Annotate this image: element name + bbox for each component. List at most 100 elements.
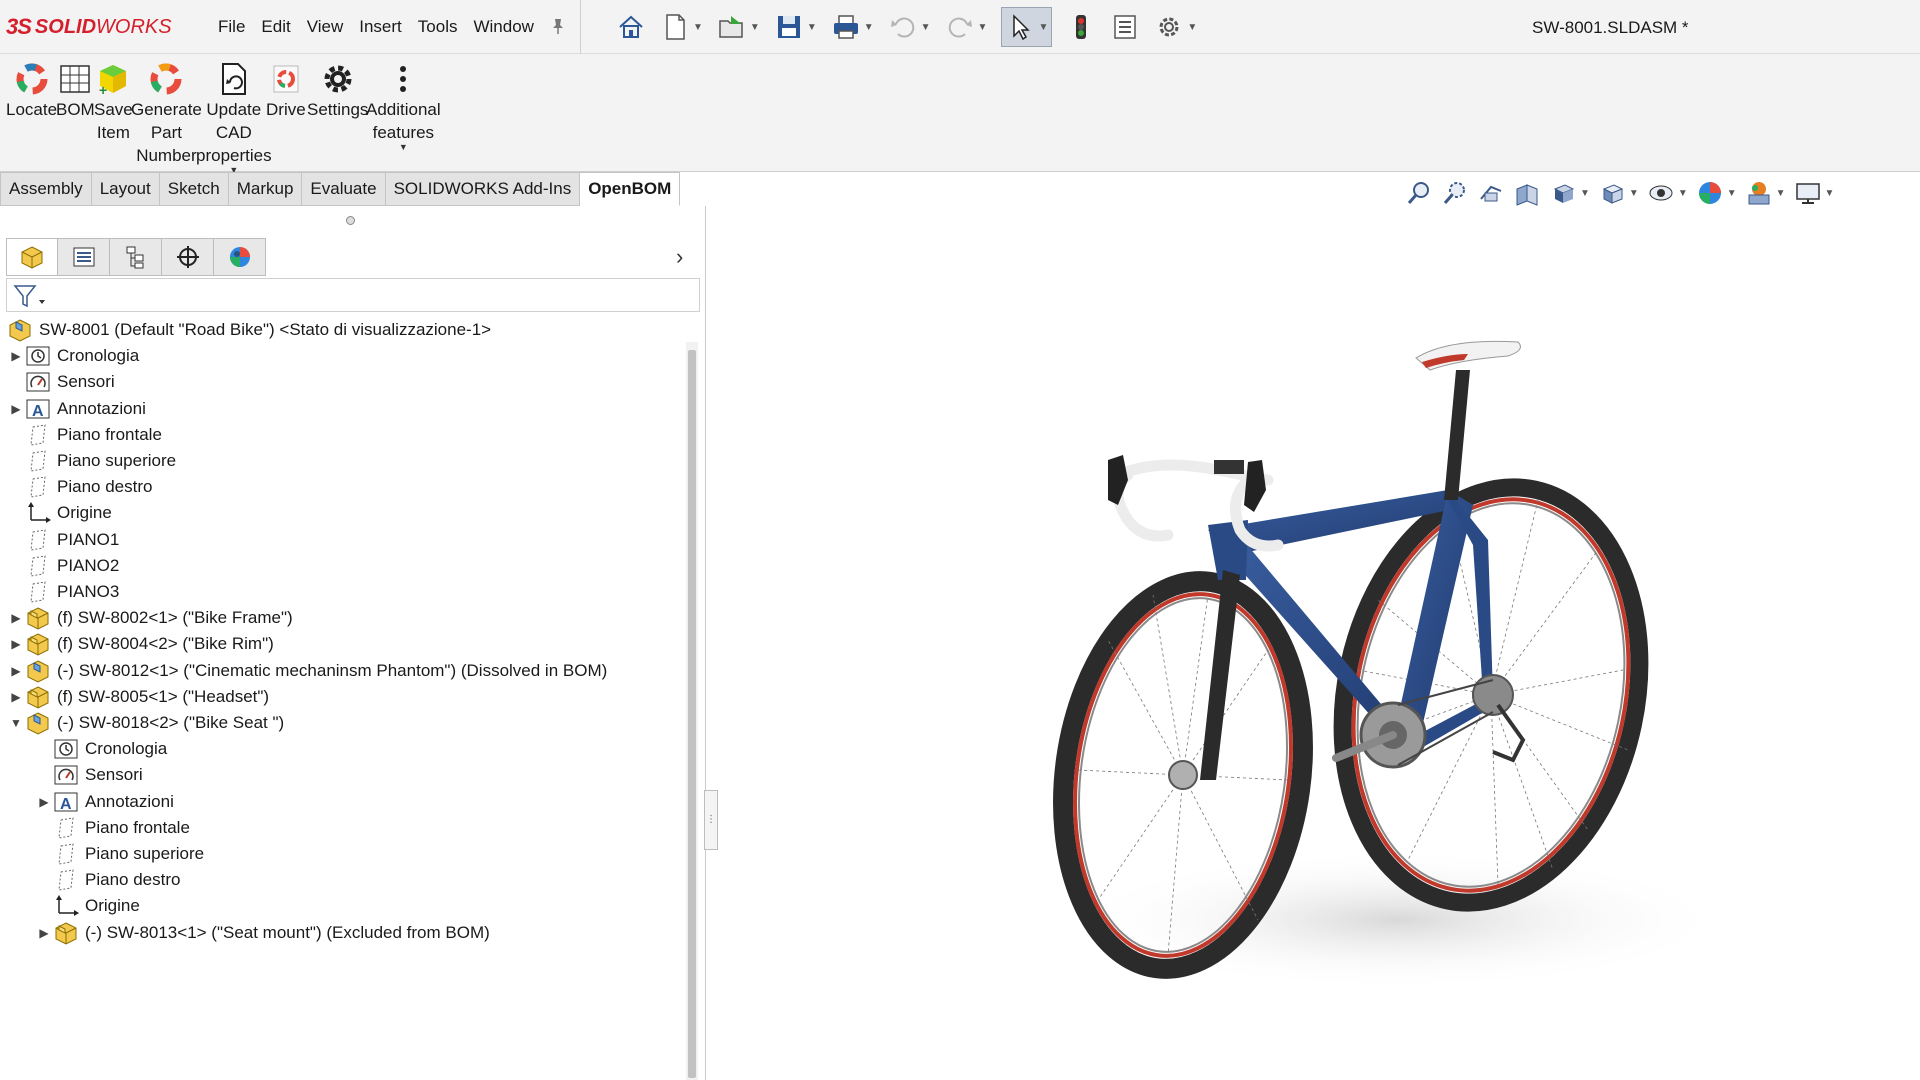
open-icon[interactable]: ▼ xyxy=(717,12,760,42)
traffic-light-icon[interactable] xyxy=(1066,12,1096,42)
tree-item-label: PIANO2 xyxy=(57,555,120,575)
select-pointer-icon[interactable]: ▼ xyxy=(1001,7,1053,47)
view-orientation-icon[interactable]: ▼ xyxy=(1549,179,1590,207)
expand-arrow-icon[interactable]: ▶ xyxy=(8,611,24,625)
apply-scene-icon[interactable]: ▼ xyxy=(1745,179,1786,207)
expand-arrow-icon[interactable]: ▶ xyxy=(36,926,52,940)
update-cad-properties-button[interactable]: Update CAD properties ▼ xyxy=(196,60,272,175)
displaymanager-icon[interactable] xyxy=(214,238,266,276)
tab-openbom[interactable]: OpenBOM xyxy=(580,172,681,206)
settings-button[interactable]: Settings xyxy=(307,60,368,121)
display-style-icon[interactable]: ▼ xyxy=(1598,179,1639,207)
menu-tools[interactable]: Tools xyxy=(410,17,466,37)
zoom-to-fit-icon[interactable] xyxy=(1405,179,1433,207)
tree-item-label: (f) SW-8004<2> ("Bike Rim") xyxy=(57,634,274,654)
edit-appearance-icon[interactable]: ▼ xyxy=(1696,179,1737,207)
pin-menu-icon[interactable] xyxy=(548,16,568,41)
chevron-down-icon[interactable]: ▼ xyxy=(1678,188,1688,199)
ds-logo-mark: 3S xyxy=(6,14,32,39)
tree-item-label: (-) SW-8013<1> ("Seat mount") (Excluded … xyxy=(85,922,490,942)
menu-file[interactable]: File xyxy=(210,17,253,37)
expand-arrow-icon[interactable]: ▶ xyxy=(36,795,52,809)
title-bar: 3S SOLID WORKS File Edit View Insert Too… xyxy=(0,0,1920,54)
chevron-down-icon[interactable]: ▼ xyxy=(750,22,760,33)
tab-solidworks-add-ins[interactable]: SOLIDWORKS Add-Ins xyxy=(385,172,581,206)
chevron-down-icon[interactable]: ▼ xyxy=(399,142,408,152)
expand-arrow-icon[interactable]: ▶ xyxy=(8,349,24,363)
panel-splitter-handle[interactable]: ⋮ xyxy=(704,790,718,850)
bom-button[interactable]: BOM xyxy=(56,60,95,121)
chevron-down-icon[interactable]: ▼ xyxy=(1187,22,1197,33)
chevron-down-icon[interactable]: ▼ xyxy=(1038,22,1048,33)
tab-markup[interactable]: Markup xyxy=(228,172,303,206)
section-view-icon[interactable] xyxy=(1513,179,1541,207)
locate-button[interactable]: Locate xyxy=(6,60,57,121)
panel-grip-handle[interactable] xyxy=(346,216,355,225)
menu-window[interactable]: Window xyxy=(465,17,541,37)
tab-assembly[interactable]: Assembly xyxy=(0,172,92,206)
graphics-area[interactable] xyxy=(718,210,1920,1080)
chevron-down-icon[interactable]: ▼ xyxy=(1776,188,1786,199)
tab-evaluate[interactable]: Evaluate xyxy=(302,172,386,206)
chevron-right-icon[interactable]: › xyxy=(676,244,683,270)
home-icon[interactable] xyxy=(616,12,646,42)
tree-item-label: Piano destro xyxy=(85,870,181,890)
chevron-down-icon[interactable]: ▼ xyxy=(1727,188,1737,199)
chevron-down-icon[interactable]: ▼ xyxy=(1629,188,1639,199)
tab-sketch[interactable]: Sketch xyxy=(159,172,229,206)
propertymanager-icon[interactable] xyxy=(58,238,110,276)
solidworks-logo[interactable]: 3S SOLID WORKS xyxy=(6,12,172,42)
settings-gear-icon xyxy=(319,60,357,98)
save-icon[interactable]: ▼ xyxy=(774,12,817,42)
undo-icon[interactable]: ▼ xyxy=(888,12,931,42)
logo-solid-text: SOLID xyxy=(34,15,97,38)
expand-arrow-icon[interactable]: ▶ xyxy=(8,402,24,416)
bike-frame xyxy=(1108,340,1526,780)
commandmanager-tabs: Assembly Layout Sketch Markup Evaluate S… xyxy=(0,172,681,206)
tree-item-label: Annotazioni xyxy=(85,791,174,811)
bike-model-render[interactable] xyxy=(978,340,1718,1030)
options-gear-icon[interactable]: ▼ xyxy=(1154,12,1197,42)
tree-item[interactable]: ▶ (-) SW-8013<1> ("Seat mount") (Excluded… xyxy=(36,917,490,949)
view-settings-icon[interactable]: ▼ xyxy=(1794,179,1835,207)
chevron-down-icon[interactable]: ▼ xyxy=(1825,188,1835,199)
hide-show-items-icon[interactable]: ▼ xyxy=(1647,179,1688,207)
zoom-to-area-icon[interactable] xyxy=(1441,179,1469,207)
menu-view[interactable]: View xyxy=(299,17,352,37)
tree-filter-bar[interactable] xyxy=(6,278,700,312)
settings-label: Settings xyxy=(307,100,369,119)
tree-item-label: Origine xyxy=(85,896,140,916)
chevron-down-icon[interactable]: ▼ xyxy=(693,22,703,33)
expand-arrow-icon[interactable]: ▶ xyxy=(8,637,24,651)
tree-item-label: SW-8001 (Default "Road Bike") <Stato di … xyxy=(39,320,492,339)
menu-insert[interactable]: Insert xyxy=(351,17,410,37)
chevron-down-icon[interactable]: ▼ xyxy=(921,22,931,33)
configurationmanager-icon[interactable] xyxy=(110,238,162,276)
scrollbar-thumb[interactable] xyxy=(688,350,696,1078)
file-properties-icon[interactable] xyxy=(1110,12,1140,42)
expand-arrow-icon[interactable]: ▶ xyxy=(8,664,24,678)
collapse-arrow-icon[interactable]: ▼ xyxy=(8,716,24,730)
chevron-down-icon[interactable]: ▼ xyxy=(807,22,817,33)
expand-arrow-icon[interactable]: ▶ xyxy=(8,690,24,704)
tree-vertical-scrollbar[interactable] xyxy=(686,342,698,1080)
chevron-down-icon[interactable]: ▼ xyxy=(864,22,874,33)
heads-up-view-toolbar: ▼ ▼ ▼ ▼ ▼ ▼ xyxy=(1405,176,1842,210)
redo-icon[interactable]: ▼ xyxy=(945,12,988,42)
menu-edit[interactable]: Edit xyxy=(253,17,298,37)
generate-part-number-button[interactable]: Generate Part Number xyxy=(131,60,202,167)
filter-funnel-icon[interactable] xyxy=(13,283,47,309)
chevron-down-icon[interactable]: ▼ xyxy=(1580,188,1590,199)
svg-text:A: A xyxy=(60,796,72,813)
previous-view-icon[interactable] xyxy=(1477,179,1505,207)
chevron-down-icon[interactable]: ▼ xyxy=(978,22,988,33)
tree-item-label: Piano superiore xyxy=(57,451,177,470)
save-item-button[interactable]: + Save Item xyxy=(94,60,133,144)
drive-button[interactable]: Drive xyxy=(266,60,306,121)
featuremanager-tree-icon[interactable] xyxy=(6,238,58,276)
dimxpert-icon[interactable] xyxy=(162,238,214,276)
new-document-icon[interactable]: ▼ xyxy=(660,12,703,42)
additional-features-button[interactable]: Additional features ▼ xyxy=(366,60,441,152)
print-icon[interactable]: ▼ xyxy=(831,12,874,42)
tab-layout[interactable]: Layout xyxy=(91,172,160,206)
